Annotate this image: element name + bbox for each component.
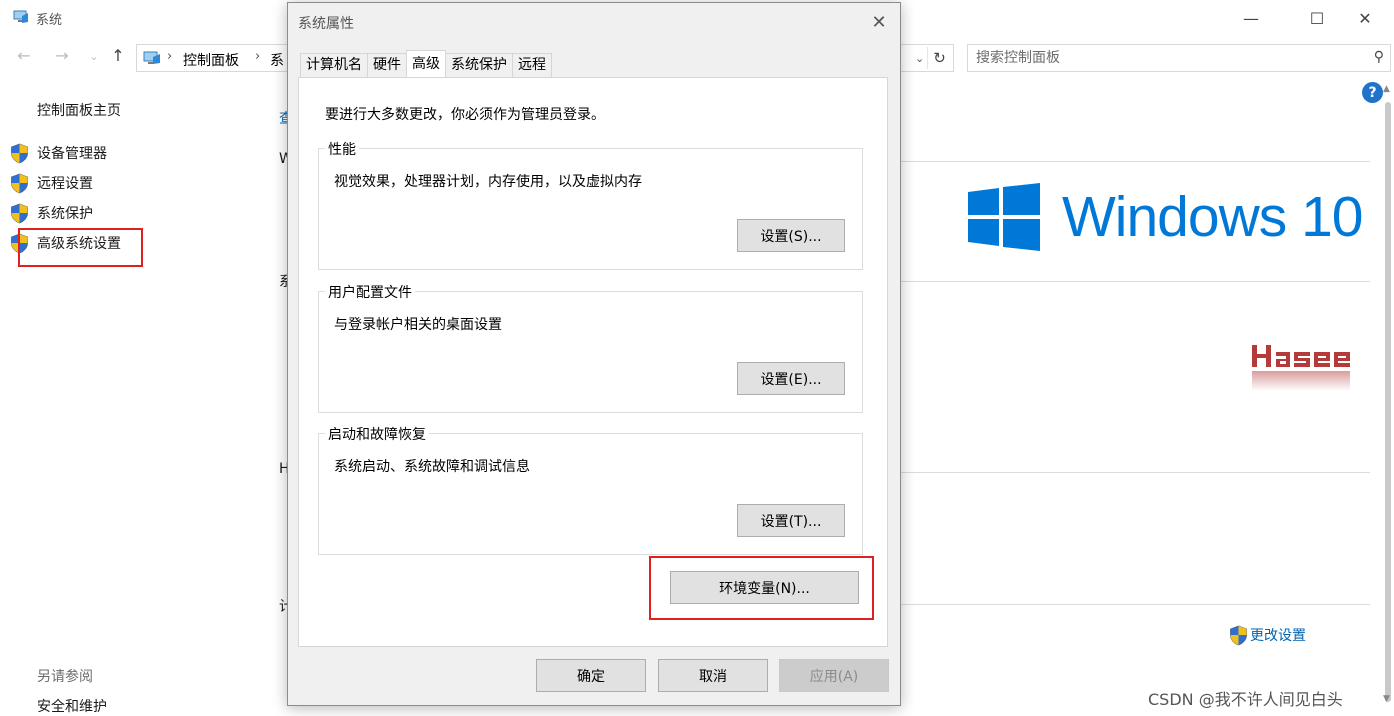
section-divider xyxy=(900,161,1370,162)
scroll-down-icon[interactable]: ▼ xyxy=(1383,694,1390,704)
refresh-button[interactable]: ↻ xyxy=(927,47,951,69)
close-button[interactable]: ✕ xyxy=(1342,6,1388,30)
cancel-button[interactable]: 取消 xyxy=(658,659,768,692)
vertical-scrollbar[interactable]: ▲ ▼ xyxy=(1381,80,1394,716)
search-icon[interactable]: ⚲ xyxy=(1374,49,1384,65)
tab-advanced[interactable]: 高级 xyxy=(406,50,446,77)
address-dropdown-icon[interactable]: ⌄ xyxy=(915,52,924,65)
change-settings-link[interactable]: 更改设置 xyxy=(1229,624,1306,646)
section-divider xyxy=(900,472,1370,473)
tab-system-protection[interactable]: 系统保护 xyxy=(445,53,513,77)
search-input[interactable] xyxy=(976,49,1346,67)
windows-logo-icon xyxy=(968,183,1040,251)
apply-button[interactable]: 应用(A) xyxy=(779,659,889,692)
group-title: 用户配置文件 xyxy=(325,282,415,302)
back-arrow-icon[interactable]: ← xyxy=(14,46,34,65)
shield-icon xyxy=(11,143,28,163)
scroll-up-icon[interactable]: ▲ xyxy=(1383,84,1390,94)
system-properties-dialog: 系统属性 ✕ 计算机名 硬件 高级 系统保护 远程 要进行大多数更改，你必须作为… xyxy=(287,2,901,706)
group-description: 与登录帐户相关的桌面设置 xyxy=(334,317,502,333)
history-chevron-icon[interactable]: ⌄ xyxy=(84,50,104,63)
section-divider xyxy=(900,604,1370,605)
group-title: 启动和故障恢复 xyxy=(325,424,429,444)
performance-group: 性能 视觉效果，处理器计划，内存使用，以及虚拟内存 设置(S)... xyxy=(318,139,863,270)
startup-recovery-group: 启动和故障恢复 系统启动、系统故障和调试信息 设置(T)... xyxy=(318,424,863,555)
section-divider xyxy=(900,281,1370,282)
control-panel-icon xyxy=(143,51,160,64)
red-highlight-box xyxy=(649,556,874,620)
minimize-button[interactable]: — xyxy=(1228,6,1274,30)
refresh-icon: ↻ xyxy=(933,49,946,67)
breadcrumb-control-panel[interactable]: 控制面板 xyxy=(183,50,239,70)
sidebar-item-label: 远程设置 xyxy=(37,176,93,192)
user-profiles-group: 用户配置文件 与登录帐户相关的桌面设置 设置(E)... xyxy=(318,282,863,413)
tab-strip: 计算机名 硬件 高级 系统保护 远程 xyxy=(300,50,552,77)
security-maintenance-link[interactable]: 安全和维护 xyxy=(37,696,107,716)
change-settings-label: 更改设置 xyxy=(1250,628,1306,644)
breadcrumb-separator-icon: › xyxy=(167,49,173,64)
dialog-title: 系统属性 xyxy=(298,16,354,32)
minimize-icon: — xyxy=(1243,8,1259,28)
close-icon: ✕ xyxy=(871,11,887,33)
see-also-heading: 另请参阅 xyxy=(37,669,93,685)
breadcrumb-system[interactable]: 系 xyxy=(270,50,284,70)
maximize-icon: ☐ xyxy=(1309,8,1325,28)
sidebar-item-label: 系统保护 xyxy=(37,206,93,222)
shield-icon xyxy=(11,173,28,193)
group-title: 性能 xyxy=(325,139,359,159)
windows-10-wordmark: Windows 10 xyxy=(1062,185,1363,249)
csdn-watermark: CSDN @我不许人间见白头 xyxy=(1148,690,1343,709)
sidebar-item-system-protection[interactable]: 系统保护 xyxy=(10,202,93,224)
user-profiles-settings-button[interactable]: 设置(E)... xyxy=(737,362,845,395)
shield-icon xyxy=(1230,625,1247,645)
ok-button[interactable]: 确定 xyxy=(536,659,646,692)
forward-arrow-icon[interactable]: → xyxy=(52,46,72,65)
search-box[interactable]: ⚲ xyxy=(967,44,1391,72)
sidebar-item-device-manager[interactable]: 设备管理器 xyxy=(10,142,107,164)
red-highlight-box xyxy=(18,228,143,267)
tab-hardware[interactable]: 硬件 xyxy=(367,53,407,77)
tab-computer-name[interactable]: 计算机名 xyxy=(300,53,368,77)
group-description: 视觉效果，处理器计划，内存使用，以及虚拟内存 xyxy=(334,174,642,190)
maximize-button[interactable]: ☐ xyxy=(1294,6,1340,30)
tab-remote[interactable]: 远程 xyxy=(512,53,552,77)
computer-icon xyxy=(13,10,28,23)
group-description: 系统启动、系统故障和调试信息 xyxy=(334,459,530,475)
up-arrow-icon[interactable]: ↑ xyxy=(108,46,128,65)
breadcrumb-separator-icon: › xyxy=(255,49,261,64)
window-title: 系统 xyxy=(36,13,63,28)
hasee-logo xyxy=(1252,345,1350,391)
close-icon: ✕ xyxy=(1358,8,1372,28)
admin-note: 要进行大多数更改，你必须作为管理员登录。 xyxy=(325,107,605,123)
performance-settings-button[interactable]: 设置(S)... xyxy=(737,219,845,252)
control-panel-home-link[interactable]: 控制面板主页 xyxy=(37,100,121,120)
scroll-thumb[interactable] xyxy=(1385,102,1391,702)
startup-recovery-settings-button[interactable]: 设置(T)... xyxy=(737,504,845,537)
sidebar-item-remote-settings[interactable]: 远程设置 xyxy=(10,172,93,194)
help-icon: ? xyxy=(1368,84,1377,101)
sidebar-item-label: 设备管理器 xyxy=(37,146,107,162)
help-button[interactable]: ? xyxy=(1362,82,1383,103)
shield-icon xyxy=(11,203,28,223)
dialog-close-button[interactable]: ✕ xyxy=(864,9,894,35)
